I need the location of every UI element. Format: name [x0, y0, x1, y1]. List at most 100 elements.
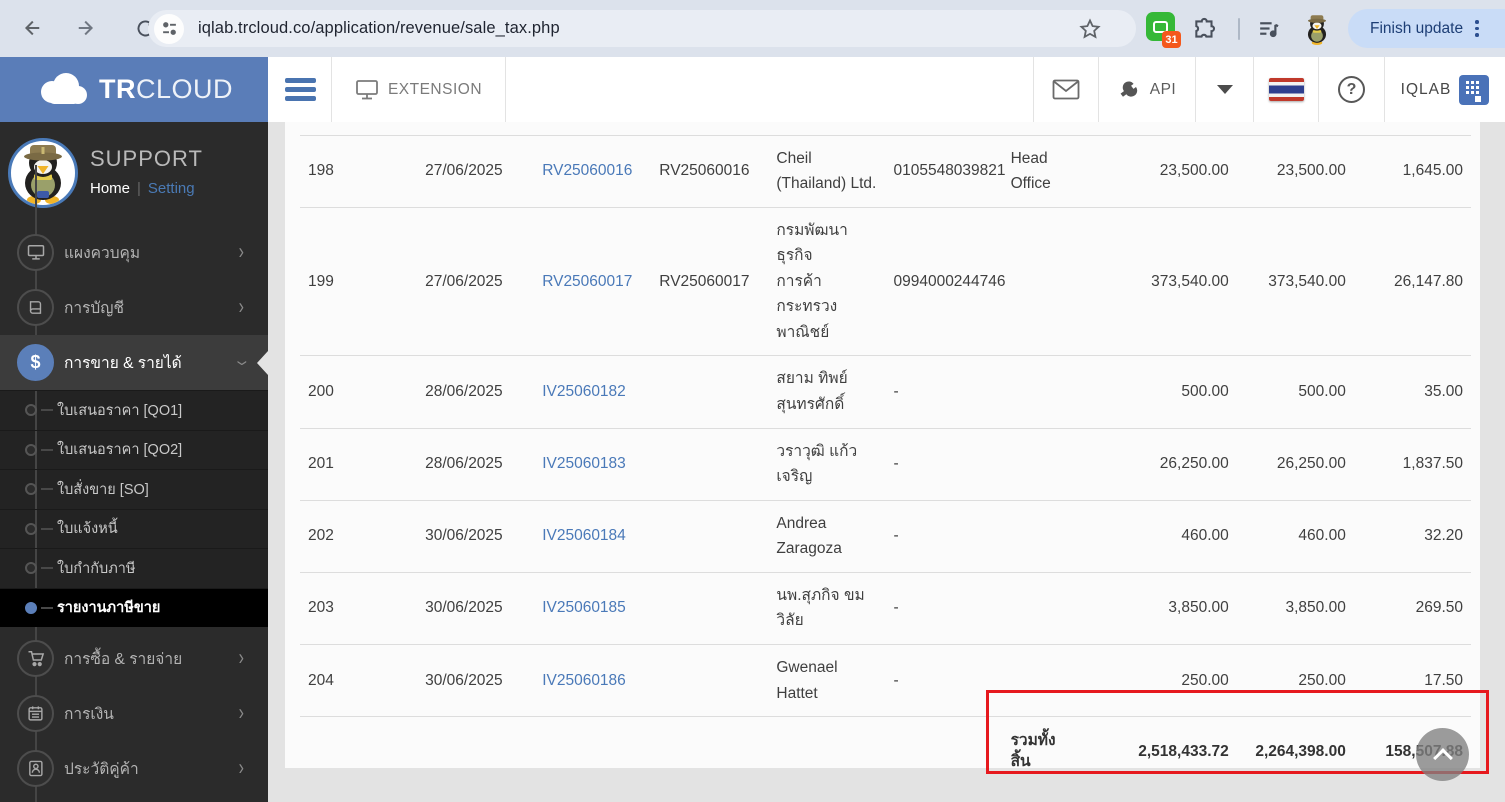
toolbar-divider	[1238, 0, 1240, 57]
browser-forward-button[interactable]	[68, 9, 106, 47]
table-cell: IV25060182	[534, 355, 652, 429]
document-link[interactable]: RV25060017	[542, 273, 632, 290]
calendar-icon	[17, 695, 54, 732]
language-button[interactable]	[1253, 57, 1318, 122]
table-cell	[651, 500, 769, 573]
account-button[interactable]: IQLAB	[1384, 57, 1505, 122]
sidebar-subitem[interactable]: ใบกำกับภาษี	[0, 548, 268, 588]
table-cell: 250.00	[1236, 644, 1354, 718]
table-cell: -	[885, 500, 1003, 573]
table-cell: 3,850.00	[1236, 572, 1354, 645]
app-logo[interactable]: TRCLOUD	[0, 57, 268, 122]
table-cell: 26,250.00	[1119, 428, 1237, 501]
table-cell	[1002, 207, 1120, 357]
setting-link[interactable]: Setting	[148, 180, 195, 197]
browser-back-button[interactable]	[12, 9, 50, 47]
url-text[interactable]: iqlab.trcloud.co/application/revenue/sal…	[198, 19, 560, 38]
table-cell: 460.00	[1236, 500, 1354, 573]
cart-icon	[17, 640, 54, 677]
plug-icon	[1120, 80, 1137, 97]
table-row: 201 28/06/2025 IV25060183 วราวุฒิ แก้ว เจริ…	[300, 428, 1471, 501]
messages-button[interactable]	[1033, 57, 1098, 122]
clipped-row	[300, 122, 1471, 136]
document-link[interactable]: IV25060184	[542, 527, 626, 544]
document-link[interactable]: IV25060183	[542, 455, 626, 472]
browser-profile-avatar[interactable]	[1300, 0, 1334, 57]
table-cell: RV25060017	[651, 207, 769, 357]
table-cell: 373,540.00	[1236, 207, 1354, 357]
monitor-icon	[17, 234, 54, 271]
sidebar-item-bottom-1[interactable]: การเงิน ›	[0, 686, 268, 741]
document-link[interactable]: IV25060186	[542, 672, 626, 689]
logo-text-bold: TR	[98, 74, 136, 104]
table-cell: 0994000244746	[885, 207, 1006, 357]
browser-menu-icon[interactable]	[1475, 20, 1479, 37]
sidebar-toggle-button[interactable]	[285, 78, 316, 101]
site-settings-icon	[162, 22, 176, 35]
sidebar-item-sales-revenue[interactable]: $ การขาย & รายได้ ›	[0, 335, 268, 390]
address-bar[interactable]: iqlab.trcloud.co/application/revenue/sal…	[148, 10, 1136, 47]
sidebar-item-top-0[interactable]: แผงควบคุม ›	[0, 225, 268, 280]
table-cell: 28/06/2025	[417, 355, 535, 429]
table-cell: 27/06/2025	[417, 207, 535, 357]
browser-profile-button[interactable]: Finish update	[1348, 9, 1505, 48]
sidebar-subitem-label: ใบกำกับภาษี	[57, 560, 136, 577]
grand-total-amount: 2,518,433.72	[1138, 742, 1229, 760]
playlist-icon	[1260, 22, 1279, 38]
extensions-button[interactable]	[1192, 0, 1218, 57]
timeline-connector	[41, 606, 53, 609]
sidebar-subitem[interactable]: รายงานภาษีขาย	[0, 587, 268, 627]
api-button[interactable]: API	[1098, 57, 1195, 122]
document-link[interactable]: RV25060016	[542, 162, 632, 179]
table-cell: 269.50	[1353, 572, 1471, 645]
envelope-icon	[1052, 79, 1080, 100]
home-link[interactable]: Home	[90, 180, 130, 197]
scroll-to-top-button[interactable]	[1416, 728, 1469, 781]
sidebar: TRCLOUD SUPPORT Home | Setting แผงควบคุม…	[0, 57, 268, 802]
table-cell: 1,837.50	[1353, 428, 1471, 501]
sidebar-subitem-label: ใบสั่งขาย [SO]	[57, 481, 149, 498]
table-cell: 1,645.00	[1353, 135, 1471, 208]
monitor-icon	[356, 79, 378, 99]
help-button[interactable]: ?	[1318, 57, 1384, 122]
chevron-icon: ›	[230, 359, 254, 366]
chevron-icon: ›	[238, 239, 244, 264]
site-info-button[interactable]	[154, 13, 184, 44]
company-building-icon	[1459, 74, 1490, 105]
bullet-icon	[25, 601, 37, 614]
timeline-connector	[41, 488, 53, 491]
sidebar-subitem[interactable]: ใบเสนอราคา [QO1]	[0, 390, 268, 430]
arrow-left-icon	[24, 20, 40, 36]
media-playlist-button[interactable]	[1256, 0, 1281, 57]
help-icon: ?	[1338, 76, 1365, 103]
table-cell: RV25060017	[534, 207, 652, 357]
table-cell: 202	[300, 500, 418, 573]
table-cell: 204	[300, 644, 418, 718]
document-link[interactable]: IV25060185	[542, 599, 626, 616]
app-navbar: EXTENSION API ? IQLAB	[268, 57, 1505, 122]
sidebar-item-label: การซื้อ & รายจ่าย	[64, 651, 183, 668]
bookmark-star-button[interactable]	[1078, 17, 1102, 41]
dropdown-toggle[interactable]	[1195, 57, 1253, 122]
document-link[interactable]: IV25060182	[542, 383, 626, 400]
star-icon	[1079, 18, 1101, 39]
sidebar-item-bottom-2[interactable]: ประวัติคู่ค้า ›	[0, 741, 268, 796]
table-cell: -	[885, 428, 1003, 501]
sidebar-item-label: ประวัติคู่ค้า	[64, 761, 139, 778]
table-row: 198 27/06/2025 RV25060016 RV25060016 Cheil (…	[300, 135, 1471, 208]
calendar-extension-button[interactable]: 31	[1146, 0, 1181, 57]
sidebar-item-bottom-0[interactable]: การซื้อ & รายจ่าย ›	[0, 631, 268, 686]
table-cell: IV25060185	[534, 572, 652, 645]
table-row: 204 30/06/2025 IV25060186 Gwenael Hattet - 25…	[300, 644, 1471, 718]
table-cell	[651, 355, 769, 429]
user-avatar[interactable]	[8, 138, 78, 208]
sidebar-subitem[interactable]: ใบแจ้งหนี้	[0, 508, 268, 549]
table-row: 202 30/06/2025 IV25060184 Andrea Zaragoza - 4…	[300, 500, 1471, 573]
table-cell: 0105548039821	[885, 135, 1006, 208]
sidebar-item-top-1[interactable]: การบัญชี ›	[0, 280, 268, 335]
table-cell: 199	[300, 207, 418, 357]
sidebar-subitem[interactable]: ใบสั่งขาย [SO]	[0, 469, 268, 509]
sidebar-subitem[interactable]: ใบเสนอราคา [QO2]	[0, 429, 268, 470]
extension-menu-button[interactable]: EXTENSION	[332, 57, 505, 122]
table-cell: 26,147.80	[1353, 207, 1471, 357]
